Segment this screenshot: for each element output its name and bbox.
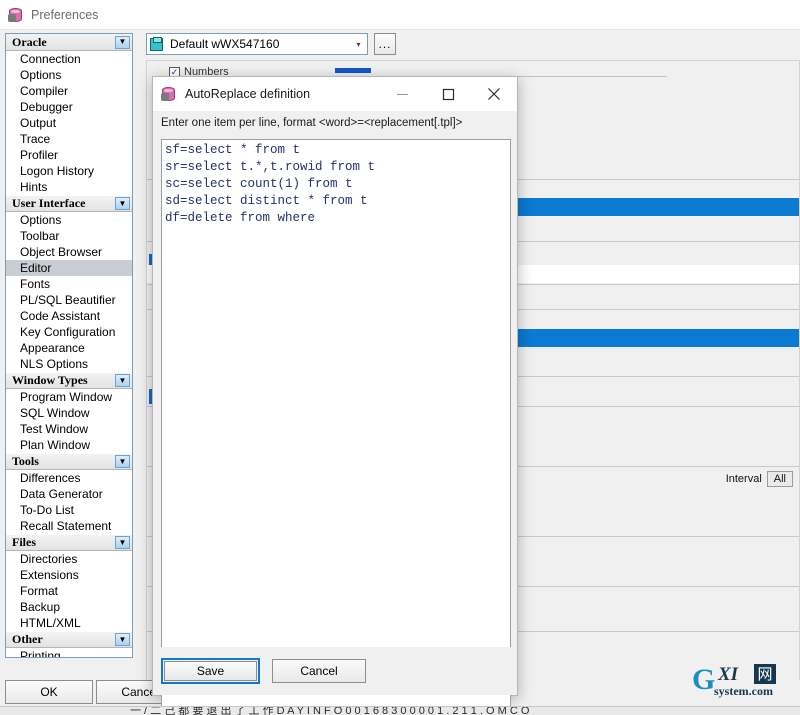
sidebar-item-test-window[interactable]: Test Window: [6, 421, 132, 437]
sidebar-item-output[interactable]: Output: [6, 115, 132, 131]
sidebar-item-debugger[interactable]: Debugger: [6, 99, 132, 115]
sidebar-item-html-xml[interactable]: HTML/XML: [6, 615, 132, 631]
sidebar-item-nls-options[interactable]: NLS Options: [6, 356, 132, 372]
sidebar-item-fonts[interactable]: Fonts: [6, 276, 132, 292]
sidebar-item-key-configuration[interactable]: Key Configuration: [6, 324, 132, 340]
save-button[interactable]: Save: [164, 661, 257, 681]
sidebar-group-header[interactable]: Tools ▼: [6, 453, 132, 470]
sidebar-group-header[interactable]: Files ▼: [6, 534, 132, 551]
dialog-title: AutoReplace definition: [185, 87, 311, 101]
preview-active-tab: [335, 68, 371, 73]
sidebar-item-options[interactable]: Options: [6, 67, 132, 83]
sidebar-item-object-browser[interactable]: Object Browser: [6, 244, 132, 260]
sidebar-item-directories[interactable]: Directories: [6, 551, 132, 567]
sidebar-group-label: Tools: [12, 454, 39, 468]
autoreplace-line: sc=select count(1) from t: [165, 177, 353, 191]
sidebar-item-connection[interactable]: Connection: [6, 51, 132, 67]
chevron-down-icon[interactable]: ▼: [115, 455, 130, 468]
chevron-down-icon[interactable]: ▾: [350, 34, 367, 54]
sidebar-item-to-do-list[interactable]: To-Do List: [6, 502, 132, 518]
sidebar-item-sql-window[interactable]: SQL Window: [6, 405, 132, 421]
sidebar-item-hints[interactable]: Hints: [6, 179, 132, 195]
chevron-down-icon[interactable]: ▼: [115, 35, 130, 49]
autoreplace-line: sd=select distinct * from t: [165, 194, 368, 208]
save-button-focus-ring: Save: [161, 658, 260, 684]
database-gear-icon: [8, 7, 24, 23]
sidebar-item-profiler[interactable]: Profiler: [6, 147, 132, 163]
sidebar-group-header[interactable]: Other ▼: [6, 631, 132, 648]
preferences-titlebar: Preferences: [0, 0, 800, 30]
chevron-down-icon[interactable]: ▼: [115, 633, 130, 646]
profile-combobox[interactable]: Default wWX547160 ▾: [146, 33, 368, 55]
sidebar-group-label: Files: [12, 535, 36, 549]
autoreplace-line: df=delete from where: [165, 211, 316, 225]
preferences-sidebar[interactable]: Oracle ▼ Connection Options Compiler Debugger…: [5, 33, 133, 658]
dialog-titlebar: AutoReplace definition: [153, 77, 517, 111]
sidebar-group-label: Window Types: [12, 373, 88, 387]
sidebar-item-code-assistant[interactable]: Code Assistant: [6, 308, 132, 324]
chevron-down-icon[interactable]: ▼: [115, 374, 130, 387]
minimize-icon[interactable]: [379, 77, 425, 111]
sidebar-item-compiler[interactable]: Compiler: [6, 83, 132, 99]
interval-field[interactable]: Interval All: [726, 471, 793, 487]
sidebar-item-plan-window[interactable]: Plan Window: [6, 437, 132, 453]
interval-label: Interval: [725, 473, 762, 485]
sidebar-item-toolbar[interactable]: Toolbar: [6, 228, 132, 244]
database-gear-icon: [161, 86, 177, 102]
sidebar-group-label: User Interface: [12, 196, 86, 210]
chevron-down-icon[interactable]: ▼: [115, 197, 130, 210]
sidebar-item-options[interactable]: Options: [6, 212, 132, 228]
sidebar-group-header[interactable]: Window Types ▼: [6, 372, 132, 389]
taskbar[interactable]: 一 / 二 己 都 要 退 出 了 工 作 D A Y I N F O 0 0 …: [0, 706, 800, 715]
autoreplace-line: sf=select * from t: [165, 143, 301, 157]
autoreplace-textarea[interactable]: sf=select * from t sr=select t.*,t.rowid …: [161, 139, 511, 715]
profile-more-button[interactable]: ...: [374, 33, 396, 55]
profile-row: Default wWX547160 ▾ ...: [146, 33, 396, 55]
sidebar-group-header[interactable]: Oracle ▼: [6, 34, 132, 51]
page-title: Preferences: [31, 7, 99, 22]
sidebar-group-header[interactable]: User Interface ▼: [6, 195, 132, 212]
sidebar-item-recall-statement[interactable]: Recall Statement: [6, 518, 132, 534]
chevron-down-icon[interactable]: ▼: [115, 536, 130, 549]
autoreplace-line: sr=select t.*,t.rowid from t: [165, 160, 376, 174]
sidebar-item-format[interactable]: Format: [6, 583, 132, 599]
sidebar-item-logon-history[interactable]: Logon History: [6, 163, 132, 179]
dialog-hint: Enter one item per line, format <word>=<…: [153, 111, 517, 133]
screen: Preferences Default wWX547160 ▾ ... ✓ Nu…: [0, 0, 800, 715]
sidebar-item-pl-sql-beautifier[interactable]: PL/SQL Beautifier: [6, 292, 132, 308]
sidebar-item-editor[interactable]: Editor: [6, 260, 132, 276]
sidebar-group-label: Oracle: [12, 34, 47, 49]
sidebar-item-differences[interactable]: Differences: [6, 470, 132, 486]
sidebar-group-label: Other: [12, 632, 43, 646]
sidebar-item-backup[interactable]: Backup: [6, 599, 132, 615]
interval-value[interactable]: All: [766, 471, 793, 487]
maximize-icon[interactable]: [425, 77, 471, 111]
taskbar-text: 一 / 二 己 都 要 退 出 了 工 作 D A Y I N F O 0 0 …: [130, 706, 530, 715]
dialog-footer: Save Cancel: [153, 647, 517, 695]
ok-button[interactable]: OK: [5, 680, 93, 704]
sidebar-item-appearance[interactable]: Appearance: [6, 340, 132, 356]
sidebar-item-data-generator[interactable]: Data Generator: [6, 486, 132, 502]
sidebar-item-printing[interactable]: Printing: [6, 648, 132, 657]
close-icon[interactable]: [471, 77, 517, 111]
autoreplace-dialog: AutoReplace definition Enter one item pe…: [152, 76, 518, 715]
profile-value: Default wWX547160: [170, 37, 280, 51]
sidebar-item-program-window[interactable]: Program Window: [6, 389, 132, 405]
sidebar-item-trace[interactable]: Trace: [6, 131, 132, 147]
window-controls: [379, 77, 517, 111]
sidebar-item-extensions[interactable]: Extensions: [6, 567, 132, 583]
dialog-cancel-button[interactable]: Cancel: [272, 659, 366, 683]
profile-icon: [150, 36, 165, 52]
